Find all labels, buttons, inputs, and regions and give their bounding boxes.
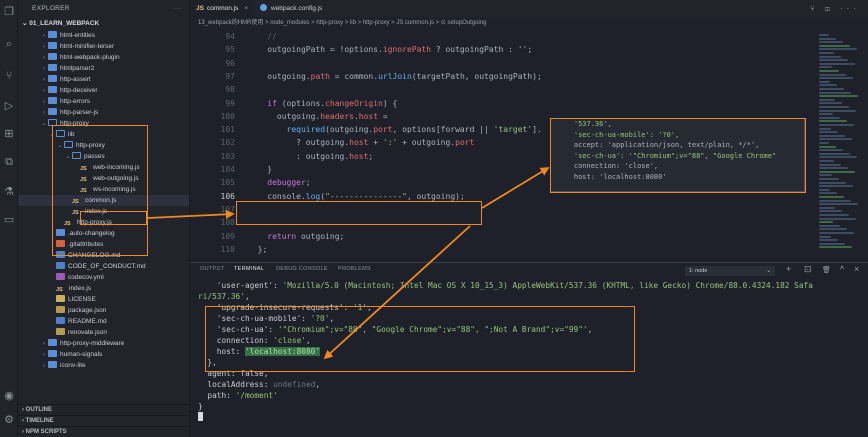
annotation-arrows [147,167,550,360]
arrow-to-hover [481,167,550,209]
arrow-to-terminal-host [323,225,471,360]
arrow-to-console-log [147,209,235,219]
